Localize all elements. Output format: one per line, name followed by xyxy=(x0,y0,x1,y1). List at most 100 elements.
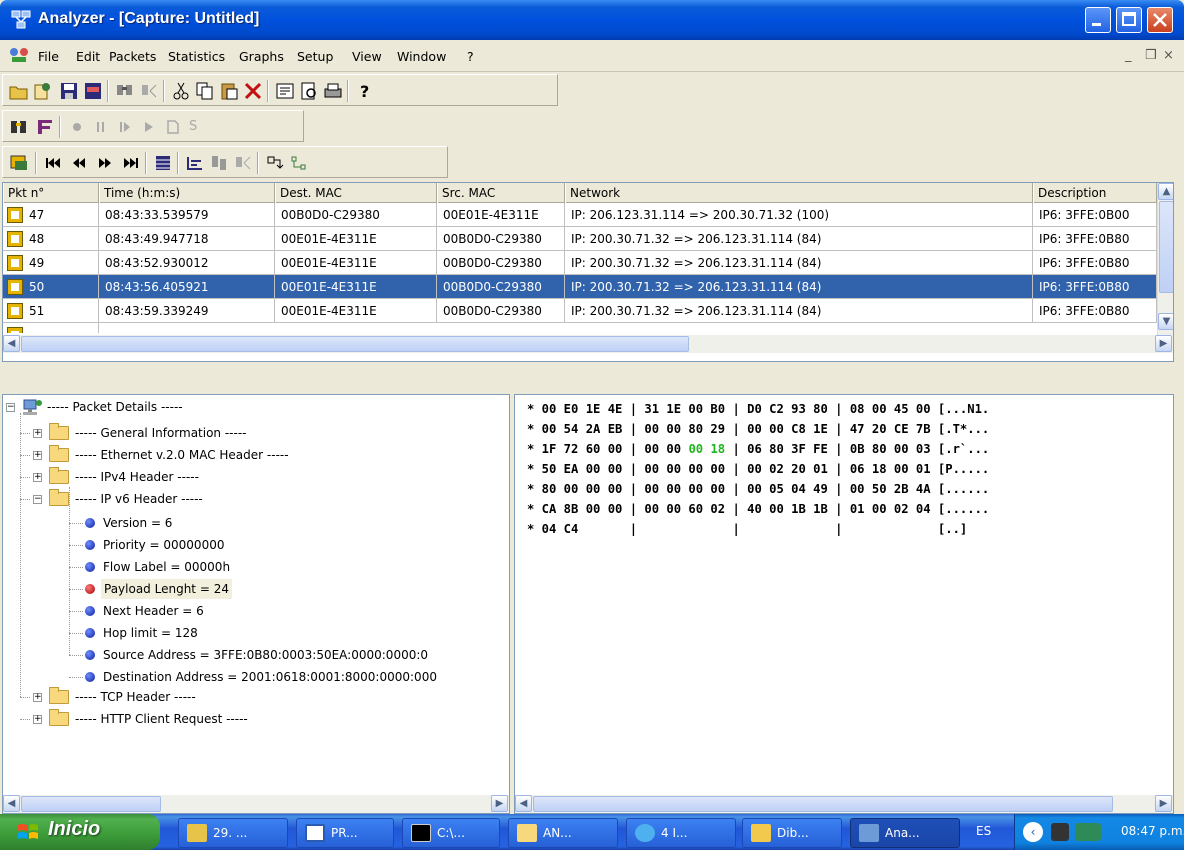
capture-start-icon[interactable] xyxy=(9,117,29,137)
horizontal-scroll-thumb[interactable] xyxy=(21,336,689,352)
field-hop-limit[interactable]: Hop limit = 128 xyxy=(103,623,198,643)
hex-dump-pane[interactable]: * 00 E0 1E 4E | 31 1E 00 B0 | D0 C2 93 8… xyxy=(514,394,1174,814)
taskbar-button-drawing[interactable]: Dib... xyxy=(742,818,842,848)
minimize-button[interactable] xyxy=(1085,7,1111,33)
packet-grid-icon[interactable] xyxy=(153,153,173,173)
taskbar-button-internet-explorer-group[interactable]: 4 I... xyxy=(626,818,736,848)
save-icon[interactable] xyxy=(59,81,79,101)
column-header-network[interactable]: Network xyxy=(565,183,1033,203)
horizontal-scroll-thumb[interactable] xyxy=(533,796,1113,812)
tree-node-ipv4[interactable]: ----- IPv4 Header ----- xyxy=(75,467,199,487)
table-row[interactable]: 48 08:43:49.947718 00E01E-4E311E 00B0D0-… xyxy=(3,227,1157,251)
field-payload-length[interactable]: Payload Lenght = 24 xyxy=(101,579,232,599)
language-indicator[interactable]: ES xyxy=(976,824,991,838)
table-row[interactable]: 47 08:43:33.539579 00B0D0-C29380 00E01E-… xyxy=(3,203,1157,227)
close-button[interactable] xyxy=(1147,7,1173,33)
vertical-scroll-thumb[interactable] xyxy=(1159,201,1173,293)
column-header-dest-mac[interactable]: Dest. MAC xyxy=(275,183,437,203)
help-icon[interactable]: ? xyxy=(355,81,375,101)
tree-node-ipv6[interactable]: ----- IP v6 Header ----- xyxy=(75,489,203,509)
start-button[interactable]: Inicio xyxy=(0,814,160,850)
packet-details-tree[interactable]: − ----- Packet Details ----- + ----- Gen… xyxy=(2,394,510,814)
filter-icon[interactable] xyxy=(209,153,229,173)
maximize-button[interactable] xyxy=(1116,7,1142,33)
expand-toggle[interactable]: + xyxy=(33,693,42,702)
pane-splitter[interactable] xyxy=(2,362,1174,394)
taskbar-button-analyzer[interactable]: Ana... xyxy=(850,818,960,848)
taskbar-button-paint[interactable]: 29. ... xyxy=(178,818,288,848)
step-forward-icon[interactable] xyxy=(115,117,135,137)
properties-icon[interactable] xyxy=(275,81,295,101)
packet-list-vertical-scrollbar[interactable]: ▲ ▼ xyxy=(1157,183,1173,339)
scroll-left-button[interactable]: ◀ xyxy=(3,335,20,352)
play-icon[interactable] xyxy=(139,117,159,137)
collapse-toggle[interactable]: − xyxy=(33,495,42,504)
scroll-left-button[interactable]: ◀ xyxy=(3,795,20,812)
tree-node-tcp[interactable]: ----- TCP Header ----- xyxy=(75,687,196,707)
find-icon[interactable] xyxy=(115,81,135,101)
mdi-minimize-button[interactable]: _ xyxy=(1125,48,1132,63)
horizontal-scroll-thumb[interactable] xyxy=(21,796,161,812)
column-header-time[interactable]: Time (h:m:s) xyxy=(99,183,275,203)
menu-packets[interactable]: Packets xyxy=(109,49,156,64)
scroll-down-button[interactable]: ▼ xyxy=(1158,313,1173,330)
cut-icon[interactable] xyxy=(171,81,191,101)
menu-statistics[interactable]: Statistics xyxy=(168,49,225,64)
menu-graphs[interactable]: Graphs xyxy=(239,49,284,64)
details-horizontal-scrollbar[interactable]: ◀ ▶ xyxy=(3,795,509,813)
menu-window[interactable]: Window xyxy=(397,49,446,64)
field-destination-address[interactable]: Destination Address = 2001:0618:0001:800… xyxy=(103,667,507,687)
tree-node-ethernet[interactable]: ----- Ethernet v.2.0 MAC Header ----- xyxy=(75,445,289,465)
expand-toggle[interactable]: + xyxy=(33,451,42,460)
expand-toggle[interactable]: + xyxy=(33,429,42,438)
open-folder-icon[interactable] xyxy=(9,81,29,101)
hex-horizontal-scrollbar[interactable]: ◀ ▶ xyxy=(515,795,1173,813)
table-row[interactable]: 51 08:43:59.339249 00E01E-4E311E 00B0D0-… xyxy=(3,299,1157,323)
scroll-up-button[interactable]: ▲ xyxy=(1158,183,1173,200)
field-source-address[interactable]: Source Address = 3FFE:0B80:0003:50EA:000… xyxy=(103,645,507,665)
delete-icon[interactable] xyxy=(243,81,263,101)
field-version[interactable]: Version = 6 xyxy=(103,513,172,533)
table-row-selected[interactable]: 50 08:43:56.405921 00E01E-4E311E 00B0D0-… xyxy=(3,275,1157,299)
expand-toggle[interactable]: + xyxy=(33,715,42,724)
column-header-packet-number[interactable]: Pkt n° xyxy=(3,183,99,203)
scroll-left-button[interactable]: ◀ xyxy=(515,795,532,812)
menu-help[interactable]: ? xyxy=(467,49,474,64)
expand-toggle[interactable]: + xyxy=(33,473,42,482)
show-hidden-icons-button[interactable]: ‹ xyxy=(1023,822,1043,842)
last-packet-icon[interactable] xyxy=(121,153,141,173)
tree-node-http[interactable]: ----- HTTP Client Request ----- xyxy=(75,709,248,729)
search-packet-icon[interactable] xyxy=(233,153,253,173)
menu-view[interactable]: View xyxy=(352,49,382,64)
clock[interactable]: 08:47 p.m. xyxy=(1121,824,1184,838)
tree-root-label[interactable]: ----- Packet Details ----- xyxy=(47,397,183,417)
column-header-description[interactable]: Description xyxy=(1033,183,1157,203)
next-packet-icon[interactable] xyxy=(95,153,115,173)
field-next-header[interactable]: Next Header = 6 xyxy=(103,601,204,621)
pause-icon[interactable] xyxy=(91,117,111,137)
tree-node-general[interactable]: ----- General Information ----- xyxy=(75,423,247,443)
decode-icon[interactable] xyxy=(185,153,205,173)
mdi-restore-button[interactable]: ❒ xyxy=(1145,48,1157,63)
traffic-light-icon[interactable] xyxy=(1051,823,1069,841)
tree-view-icon[interactable] xyxy=(289,153,309,173)
print-icon[interactable] xyxy=(323,81,343,101)
field-flow-label[interactable]: Flow Label = 00000h xyxy=(103,557,230,577)
mdi-close-button[interactable]: × xyxy=(1163,48,1174,63)
capture-filter-icon[interactable] xyxy=(35,117,55,137)
field-priority[interactable]: Priority = 00000000 xyxy=(103,535,224,555)
paste-icon[interactable] xyxy=(219,81,239,101)
table-row[interactable]: 49 08:43:52.930012 00E01E-4E311E 00B0D0-… xyxy=(3,251,1157,275)
find-next-icon[interactable] xyxy=(139,81,159,101)
hex-view-icon[interactable] xyxy=(265,153,285,173)
copy-icon[interactable] xyxy=(195,81,215,101)
table-row-partial[interactable] xyxy=(3,323,1157,333)
scroll-right-button[interactable]: ▶ xyxy=(1155,795,1172,812)
open-capture-icon[interactable] xyxy=(33,81,53,101)
packet-list[interactable]: Pkt n° Time (h:m:s) Dest. MAC Src. MAC N… xyxy=(2,182,1174,362)
capture-window-icon[interactable] xyxy=(9,153,29,173)
taskbar-button-command-prompt[interactable]: C:\... xyxy=(402,818,500,848)
stop-capture-icon[interactable] xyxy=(163,117,183,137)
record-icon[interactable] xyxy=(67,117,87,137)
title-bar[interactable]: Analyzer - [Capture: Untitled] xyxy=(0,0,1184,40)
